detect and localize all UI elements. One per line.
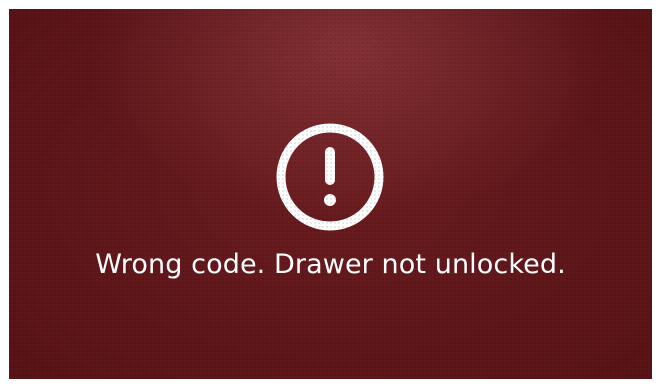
screen-frame: Wrong code. Drawer not unlocked. xyxy=(0,0,660,389)
error-screen: Wrong code. Drawer not unlocked. xyxy=(9,9,652,379)
error-message: Wrong code. Drawer not unlocked. xyxy=(95,249,566,280)
exclamation-circle-icon xyxy=(274,121,386,233)
